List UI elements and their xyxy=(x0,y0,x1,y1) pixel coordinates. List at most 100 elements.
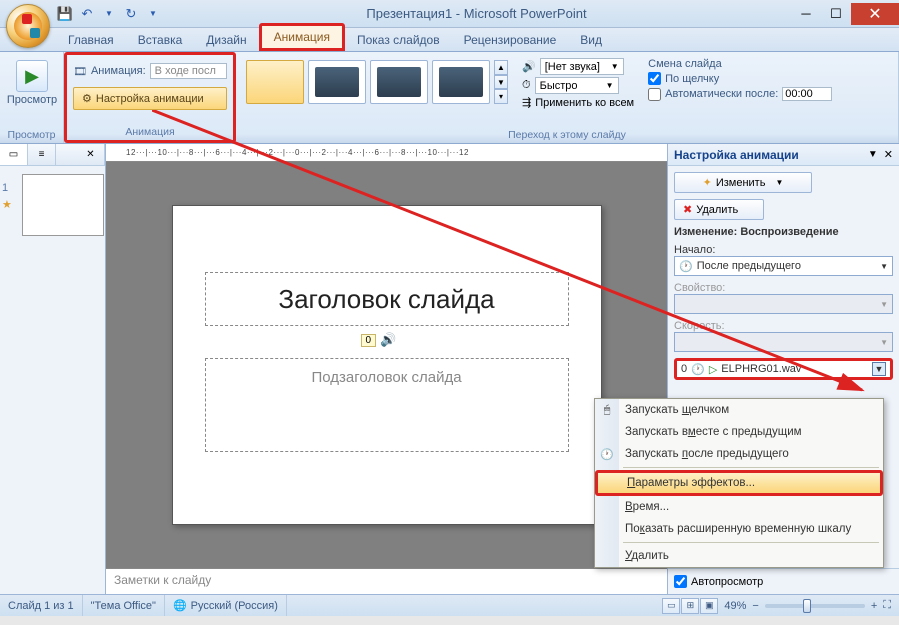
ctx-effect-options[interactable]: Параметры эффектов... xyxy=(595,470,883,496)
tab-insert[interactable]: Вставка xyxy=(126,29,195,51)
transition-gallery: ▲ ▼ ▾ xyxy=(242,56,512,108)
preview-icon: ▶ xyxy=(25,66,39,87)
apply-all-button[interactable]: ⇶ Применить ко всем xyxy=(522,96,634,109)
zoom-slider[interactable] xyxy=(765,604,865,608)
save-icon[interactable]: 💾 xyxy=(56,5,74,23)
window-controls: ─ ☐ ✕ xyxy=(791,3,899,25)
clock-icon: 🕐 xyxy=(679,260,693,273)
zoom-level[interactable]: 49% xyxy=(724,600,746,612)
zoom-out-icon[interactable]: − xyxy=(752,600,758,612)
gallery-more-icon[interactable]: ▾ xyxy=(494,89,508,104)
notes-area[interactable]: Заметки к слайду xyxy=(106,568,667,594)
undo-dropdown-icon[interactable]: ▼ xyxy=(100,5,118,23)
animation-dropdown[interactable]: В ходе посл xyxy=(150,63,227,79)
pane-title: Настройка анимации xyxy=(674,148,868,162)
delete-icon: ✖ xyxy=(683,203,692,216)
pane-dropdown-icon[interactable]: ▼ xyxy=(868,149,878,160)
ribbon: ▶ Просмотр Просмотр 🎞 Анимация: В ходе п… xyxy=(0,52,899,144)
slide: Заголовок слайда 0 🔊 Подзаголовок слайда xyxy=(172,205,602,525)
gallery-down-icon[interactable]: ▼ xyxy=(494,75,508,90)
custom-animation-icon: ⚙ xyxy=(82,92,92,105)
clock-icon: 🕐 xyxy=(599,446,615,462)
status-language[interactable]: 🌐 Русский (Россия) xyxy=(165,595,287,616)
speed-dropdown[interactable]: Быстро▼ xyxy=(535,77,619,94)
ribbon-tabs: Главная Вставка Дизайн Анимация Показ сл… xyxy=(0,28,899,52)
animation-list-item[interactable]: 0 🕐 ▷ ELPHRG01.wav ▼ xyxy=(674,358,893,380)
start-dropdown[interactable]: 🕐 После предыдущего ▼ xyxy=(674,256,893,276)
dropdown-icon: ▼ xyxy=(775,178,783,187)
change-header: Изменение: Воспроизведение xyxy=(674,226,893,238)
tab-design[interactable]: Дизайн xyxy=(194,29,258,51)
ctx-show-timeline[interactable]: Показать расширенную временную шкалу xyxy=(595,518,883,540)
zoom-in-icon[interactable]: + xyxy=(871,600,877,612)
slide-advance-controls: Смена слайда По щелчку Автоматически пос… xyxy=(644,56,836,103)
transition-sound-controls: 🔊 [Нет звука]▼ ⏱ Быстро▼ ⇶ Применить ко … xyxy=(518,56,638,111)
gallery-scroll: ▲ ▼ ▾ xyxy=(494,60,508,104)
slides-panel: ▭ ≡ ✕ 1 ★ xyxy=(0,144,106,594)
preview-button[interactable]: ▶ Просмотр xyxy=(6,56,58,106)
office-button[interactable] xyxy=(6,4,50,48)
ctx-start-with[interactable]: Запускать вместе с предыдущим xyxy=(595,421,883,443)
group-animation: 🎞 Анимация: В ходе посл ⚙ Настройка аним… xyxy=(64,52,236,143)
panel-close-icon[interactable]: ✕ xyxy=(77,144,105,165)
undo-icon[interactable]: ↶ xyxy=(78,5,96,23)
on-click-checkbox[interactable]: По щелчку xyxy=(648,72,832,85)
redo-icon[interactable]: ↻ xyxy=(122,5,140,23)
tab-slideshow[interactable]: Показ слайдов xyxy=(345,29,452,51)
tab-view[interactable]: Вид xyxy=(568,29,614,51)
maximize-button[interactable]: ☐ xyxy=(821,3,851,25)
animation-star-icon: ★ xyxy=(2,198,12,211)
sound-object-icon[interactable]: 🔊 xyxy=(380,332,396,348)
transition-item[interactable] xyxy=(370,60,428,104)
slide-thumbnail[interactable] xyxy=(22,174,104,236)
minimize-button[interactable]: ─ xyxy=(791,3,821,25)
slide-canvas[interactable]: Заголовок слайда 0 🔊 Подзаголовок слайда xyxy=(106,162,667,568)
speed-icon: ⏱ xyxy=(522,79,531,92)
slideshow-view-icon[interactable]: ▣ xyxy=(700,598,718,614)
fit-icon[interactable]: ⛶ xyxy=(883,599,891,612)
status-theme: "Тема Office" xyxy=(83,595,165,616)
window-title: Презентация1 - Microsoft PowerPoint xyxy=(162,6,791,21)
autopreview-checkbox[interactable]: Автопросмотр xyxy=(674,575,893,588)
tab-home[interactable]: Главная xyxy=(56,29,126,51)
sorter-view-icon[interactable]: ⊞ xyxy=(681,598,699,614)
ctx-start-click[interactable]: 🖱 Запускать щелчком xyxy=(595,399,883,421)
statusbar: Слайд 1 из 1 "Тема Office" 🌐 Русский (Ро… xyxy=(0,594,899,616)
auto-time-input[interactable] xyxy=(782,87,832,101)
close-button[interactable]: ✕ xyxy=(851,3,899,25)
normal-view-icon[interactable]: ▭ xyxy=(662,598,680,614)
play-icon: ▷ xyxy=(709,363,717,376)
sound-dropdown[interactable]: [Нет звука]▼ xyxy=(540,58,624,75)
gallery-up-icon[interactable]: ▲ xyxy=(494,60,508,75)
modify-star-icon: ✦ xyxy=(703,176,712,189)
pane-close-icon[interactable]: ✕ xyxy=(884,148,893,161)
ctx-remove[interactable]: Удалить xyxy=(595,545,883,567)
outline-tab[interactable]: ≡ xyxy=(28,144,56,165)
delete-button[interactable]: ✖ Удалить xyxy=(674,199,764,220)
mouse-icon: 🖱 xyxy=(599,402,615,418)
apply-all-icon: ⇶ xyxy=(522,96,531,109)
auto-after-checkbox[interactable]: Автоматически после: xyxy=(648,87,832,101)
ctx-timing[interactable]: Время... xyxy=(595,496,883,518)
subtitle-placeholder[interactable]: Подзаголовок слайда xyxy=(205,358,569,452)
media-badge: 0 🔊 xyxy=(361,332,397,348)
tab-animation[interactable]: Анимация xyxy=(259,23,345,51)
sound-icon: 🔊 xyxy=(522,60,536,73)
ctx-start-after[interactable]: 🕐 Запускать после предыдущего xyxy=(595,443,883,465)
custom-animation-button[interactable]: ⚙ Настройка анимации xyxy=(73,87,227,110)
slides-tab[interactable]: ▭ xyxy=(0,144,28,165)
modify-button[interactable]: ✦ Изменить ▼ xyxy=(674,172,812,193)
title-placeholder[interactable]: Заголовок слайда xyxy=(205,272,569,326)
transition-none[interactable] xyxy=(246,60,304,104)
slide-number: 1 xyxy=(2,182,8,194)
status-slide: Слайд 1 из 1 xyxy=(0,595,83,616)
transition-item[interactable] xyxy=(308,60,366,104)
group-preview: ▶ Просмотр Просмотр xyxy=(0,52,64,143)
group-transition: ▲ ▼ ▾ 🔊 [Нет звука]▼ ⏱ Быстро▼ ⇶ Примени… xyxy=(236,52,899,143)
context-menu: 🖱 Запускать щелчком Запускать вместе с п… xyxy=(594,398,884,568)
property-dropdown: ▼ xyxy=(674,294,893,314)
item-dropdown-icon[interactable]: ▼ xyxy=(872,362,886,376)
tab-review[interactable]: Рецензирование xyxy=(452,29,569,51)
qat-more-icon[interactable]: ▼ xyxy=(144,5,162,23)
transition-item[interactable] xyxy=(432,60,490,104)
